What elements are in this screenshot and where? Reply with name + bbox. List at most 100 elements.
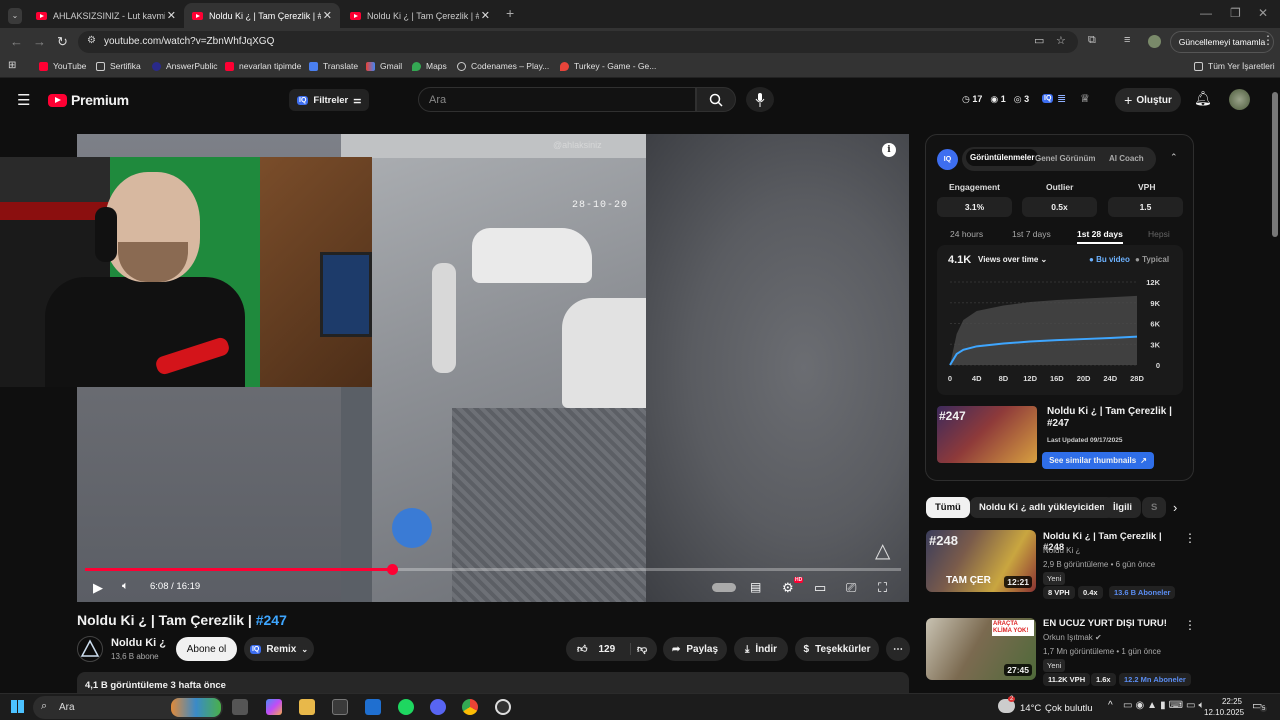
bookmark-codenames[interactable]: Codenames – Play... (457, 61, 549, 71)
views-selector[interactable]: Views over time ⌄ (978, 255, 1047, 264)
progress-scrubber[interactable] (386, 564, 398, 575)
profile-avatar[interactable] (1148, 35, 1161, 48)
notifications-bell-icon[interactable]: 🔔︎ (1194, 90, 1212, 107)
close-tab-icon[interactable]: ✕ (323, 9, 332, 22)
tab-ai-coach[interactable]: AI Coach (1109, 154, 1144, 163)
browser-tab-active[interactable]: Noldu Ki ¿ | Tam Çerezlik | #247 ✕ (184, 3, 340, 28)
restore-icon[interactable]: ❐ (1230, 6, 1241, 20)
iq-extension-icon[interactable]: IQ (1042, 94, 1054, 103)
range-28d[interactable]: 1st 28 days (1077, 229, 1123, 244)
share-button[interactable]: ➦ Paylaş (663, 637, 727, 661)
install-app-icon[interactable]: ▭ (1034, 34, 1044, 47)
list-icon[interactable]: ≣ (1057, 92, 1066, 105)
bookmark-sertifika[interactable]: Sertifika (96, 61, 141, 71)
collapse-panel-icon[interactable]: ⌃ (1170, 152, 1178, 163)
scrollbar-thumb[interactable] (1272, 92, 1278, 237)
youtube-premium-logo[interactable]: Premium (48, 92, 129, 108)
autoplay-toggle[interactable] (712, 583, 736, 592)
chip-all[interactable]: Tümü (926, 497, 970, 518)
download-button[interactable]: ⤓ İndir (734, 637, 788, 661)
related-thumbnail[interactable]: ARAÇTA KLİMA YOK! 27:45 (926, 618, 1036, 680)
bookmark-gmail[interactable]: Gmail (366, 61, 402, 71)
range-24h[interactable]: 24 hours (950, 229, 983, 239)
browser-tab[interactable]: AHLAKSIZSINIZ - Lut kavminde ✕ (28, 3, 184, 28)
thumbnail-preview[interactable]: #248 #247 (937, 406, 1037, 463)
spotify-icon[interactable] (398, 699, 414, 715)
channel-name[interactable]: Noldu Ki ¿ (111, 637, 166, 649)
related-channel[interactable]: Noldu Ki ¿ (1043, 546, 1080, 555)
play-icon[interactable]: ▶ (93, 580, 103, 596)
store-icon[interactable] (332, 699, 348, 715)
tray-icons[interactable]: ▭◉▲▮⌨▭🔈︎ (1123, 700, 1207, 711)
subtitles-icon[interactable]: ▤ (750, 580, 761, 594)
bookmark-maps[interactable]: Maps (412, 61, 447, 71)
outlook-icon[interactable] (365, 699, 381, 715)
file-explorer-icon[interactable] (299, 699, 315, 715)
windows-start-icon[interactable] (11, 700, 24, 713)
progress-bar[interactable] (85, 564, 901, 575)
hamburger-menu-icon[interactable]: ☰ (17, 91, 30, 109)
obs-icon[interactable] (495, 699, 511, 715)
system-clock[interactable]: 22:25 12.10.2025 (1204, 696, 1244, 718)
task-view-icon[interactable] (232, 699, 248, 715)
thanks-button[interactable]: $ Teşekkürler (795, 637, 879, 661)
show-hidden-icons[interactable]: ^ (1108, 700, 1113, 711)
chip-from-uploader[interactable]: Noldu Ki ¿ adlı yükleyiciden (970, 497, 1115, 518)
title-hashtag[interactable]: #247 (256, 612, 287, 628)
site-info-icon[interactable]: ⚙ (87, 35, 96, 46)
omnibox[interactable]: ⚙ youtube.com/watch?v=ZbnWhfJqXGQ ▭ ☆ (78, 31, 1078, 53)
more-vertical-icon[interactable]: ⋮ (1184, 531, 1196, 545)
settings-gear-icon[interactable]: ⚙ (782, 580, 794, 596)
range-7d[interactable]: 1st 7 days (1012, 229, 1051, 239)
page-scrollbar[interactable] (1271, 80, 1280, 693)
trophy-icon[interactable]: ♕ (1080, 92, 1090, 105)
close-tab-icon[interactable]: ✕ (167, 9, 176, 22)
reload-icon[interactable]: ↻ (57, 34, 68, 50)
description-box[interactable]: 4,1 B görüntüleme 3 hafta önce (77, 672, 909, 694)
browser-menu-icon[interactable]: ⋮ (1262, 33, 1274, 47)
eye-counter[interactable]: ◉ 1 (990, 94, 1005, 105)
chip-related[interactable]: İlgili (1104, 497, 1141, 518)
dislike-button[interactable]: 👎︎ (630, 643, 647, 655)
view-counter[interactable]: ◎ 3 (1014, 94, 1029, 105)
chip-more[interactable]: S (1142, 497, 1166, 518)
tab-genel-gorunum[interactable]: Genel Görünüm (1035, 154, 1095, 163)
bookmark-star-icon[interactable]: ☆ (1056, 34, 1066, 47)
bookmark-turkey-game[interactable]: Turkey - Game - Ge... (560, 61, 656, 71)
more-vertical-icon[interactable]: ⋮ (1184, 618, 1196, 632)
update-button[interactable]: Güncellemeyi tamamla (1170, 31, 1274, 53)
taskbar-search[interactable]: ⌕ Ara (33, 696, 223, 719)
search-button[interactable] (696, 87, 736, 112)
range-all[interactable]: Hepsi (1148, 229, 1170, 239)
related-title[interactable]: EN UCUZ YURT DIŞI TURU! (1043, 618, 1183, 629)
see-similar-thumbnails-button[interactable]: See similar thumbnails ↗ (1042, 452, 1154, 469)
related-channel[interactable]: Orkun Işıtmak ✔ (1043, 633, 1102, 642)
bookmark-translate[interactable]: Translate (309, 61, 358, 71)
close-tab-icon[interactable]: ✕ (481, 9, 490, 22)
filters-button[interactable]: IQ Filtreler ⚌ (289, 89, 370, 111)
more-actions-button[interactable]: ⋯ (886, 637, 910, 661)
chrome-icon[interactable] (462, 699, 478, 715)
info-icon[interactable]: i (882, 143, 896, 157)
channel-avatar[interactable] (77, 636, 103, 662)
volume-icon[interactable]: 🔈︎ (122, 580, 129, 593)
close-window-icon[interactable]: ✕ (1258, 6, 1268, 20)
fullscreen-icon[interactable]: ⛶ (878, 580, 887, 596)
related-thumbnail[interactable]: #248 TAM ÇER 12:21 (926, 530, 1036, 592)
create-button[interactable]: + Oluştur (1115, 88, 1181, 112)
chevron-right-icon[interactable]: › (1173, 500, 1177, 515)
forward-icon[interactable]: → (33, 34, 46, 49)
bookmark-youtube[interactable]: YouTube (39, 61, 86, 71)
copilot-icon[interactable] (266, 699, 282, 715)
theater-mode-icon[interactable]: ▭ (814, 580, 826, 596)
user-avatar[interactable] (1229, 89, 1250, 110)
bookmark-nevarlan[interactable]: nevarlan tipimde (225, 61, 301, 71)
new-tab-icon[interactable]: + (506, 5, 514, 21)
reading-list-icon[interactable]: ≡ (1124, 34, 1130, 46)
all-bookmarks[interactable]: Tüm Yer İşaretleri (1194, 61, 1275, 71)
voice-search-button[interactable] (746, 87, 774, 112)
cast-icon[interactable]: ⎚ (846, 580, 856, 596)
back-icon[interactable]: ← (10, 34, 23, 49)
extensions-icon[interactable]: ⧉ (1088, 34, 1096, 47)
apps-grid-icon[interactable]: ⊞ (8, 60, 16, 71)
